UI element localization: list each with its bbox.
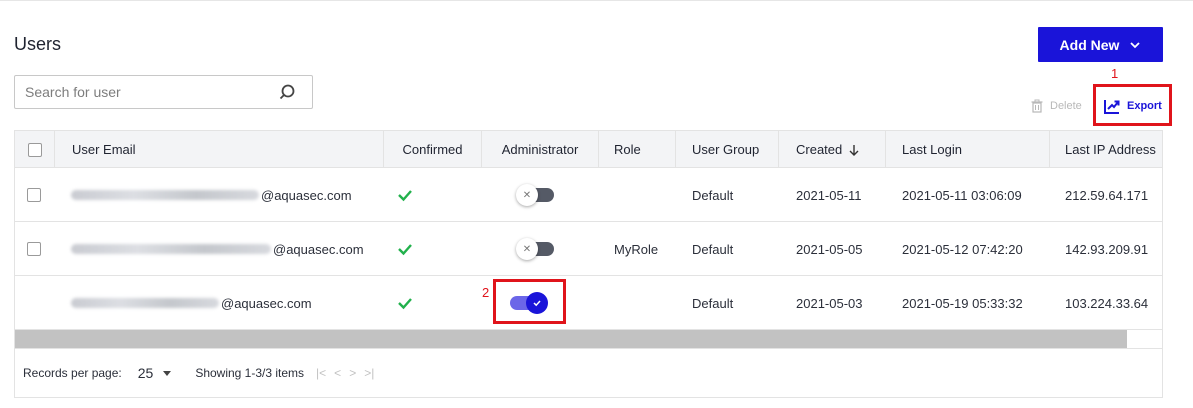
email-domain: @aquasec.com: [273, 241, 364, 257]
last-ip-cell: 142.93.209.91: [1065, 241, 1149, 257]
showing-items-text: Showing 1-3/3 items: [195, 366, 305, 380]
export-label: Export: [1127, 100, 1162, 112]
last-page-icon[interactable]: >|: [364, 366, 374, 380]
last-login-cell: 2021-05-11 03:06:09: [902, 187, 1022, 203]
confirmed-cell: [397, 276, 413, 330]
toggle-off-x-icon: ✕: [516, 184, 538, 206]
administrator-cell: ✕: [516, 168, 554, 222]
row-checkbox[interactable]: [27, 242, 41, 256]
column-header-created[interactable]: Created: [779, 131, 886, 168]
column-header-user-group[interactable]: User Group: [676, 131, 779, 168]
email-cell: @aquasec.com: [71, 222, 364, 276]
email-cell: @aquasec.com: [71, 276, 312, 330]
confirmed-cell: [397, 222, 413, 276]
table-row[interactable]: @aquasec.com ✕ Default 2021-05-11 2021-0…: [15, 168, 1162, 222]
checkmark-icon: [398, 190, 412, 202]
select-all-checkbox[interactable]: [27, 142, 42, 157]
export-chart-icon: [1104, 100, 1120, 114]
last-ip-cell: 103.224.33.64: [1065, 295, 1149, 311]
user-group-cell: Default: [692, 187, 734, 203]
administrator-cell: ✕: [516, 222, 554, 276]
top-divider: [0, 0, 1193, 1]
delete-button[interactable]: Delete: [1030, 99, 1082, 113]
row-select-cell: [27, 222, 41, 276]
delete-label: Delete: [1050, 100, 1082, 112]
header-select-all-cell: [15, 131, 55, 168]
annotation-box-toggle: [493, 279, 566, 324]
search-input[interactable]: [25, 84, 278, 100]
add-new-label: Add New: [1059, 36, 1120, 53]
confirmed-cell: [397, 168, 413, 222]
records-per-page-select[interactable]: 25: [138, 365, 172, 381]
column-header-created-label: Created: [796, 142, 843, 157]
email-domain: @aquasec.com: [261, 187, 352, 203]
annotation-marker-2: 2: [482, 285, 490, 300]
search-field[interactable]: [14, 75, 313, 109]
administrator-toggle[interactable]: ✕: [516, 238, 554, 260]
user-group-cell: Default: [692, 241, 734, 257]
email-cell: @aquasec.com: [71, 168, 352, 222]
export-button[interactable]: Export: [1103, 97, 1162, 115]
trash-icon: [1031, 99, 1043, 113]
redacted-email-local-part: [71, 298, 219, 308]
created-cell: 2021-05-05: [796, 241, 863, 257]
toggle-off-x-icon: ✕: [516, 238, 538, 260]
users-table: User Email Confirmed Administrator Role …: [14, 130, 1163, 398]
table-row[interactable]: @aquasec.com Default 2021-05-03 2021-05-…: [15, 276, 1162, 330]
page-title: Users: [14, 34, 62, 54]
arrow-down-icon: [849, 144, 859, 156]
created-cell: 2021-05-11: [796, 187, 862, 203]
created-cell: 2021-05-03: [796, 295, 863, 311]
search-icon[interactable]: [278, 83, 296, 101]
role-cell: MyRole: [614, 241, 659, 257]
table-header: User Email Confirmed Administrator Role …: [15, 131, 1162, 168]
checkmark-icon: [398, 298, 412, 310]
column-header-last-login[interactable]: Last Login: [886, 131, 1050, 168]
chevron-down-icon: [1130, 41, 1141, 48]
column-header-email[interactable]: User Email: [55, 131, 384, 168]
checkmark-icon: [398, 244, 412, 256]
administrator-toggle[interactable]: ✕: [516, 184, 554, 206]
last-login-cell: 2021-05-19 05:33:32: [902, 295, 1023, 311]
user-group-cell: Default: [692, 295, 734, 311]
first-page-icon[interactable]: |<: [316, 366, 326, 380]
caret-down-icon: [163, 370, 172, 376]
last-ip-cell: 212.59.64.171: [1065, 187, 1149, 203]
add-new-button[interactable]: Add New: [1038, 27, 1163, 62]
records-per-page-label: Records per page:: [23, 366, 122, 380]
redacted-email-local-part: [71, 244, 271, 254]
column-header-administrator[interactable]: Administrator: [482, 131, 599, 168]
row-select-cell: [27, 168, 41, 222]
last-login-cell: 2021-05-12 07:42:20: [902, 241, 1023, 257]
records-per-page-value: 25: [137, 365, 154, 381]
pagination: |< < > >|: [316, 366, 374, 380]
row-checkbox[interactable]: [27, 188, 41, 202]
table-footer: Records per page: 25 Showing 1-3/3 items…: [15, 348, 1162, 397]
column-header-last-ip[interactable]: Last IP Address: [1050, 131, 1162, 168]
horizontal-scrollbar[interactable]: [15, 330, 1127, 348]
table-row[interactable]: @aquasec.com ✕ MyRole Default 2021-05-05…: [15, 222, 1162, 276]
next-page-icon[interactable]: >: [349, 366, 356, 380]
column-header-role[interactable]: Role: [599, 131, 676, 168]
redacted-email-local-part: [71, 190, 259, 200]
email-domain: @aquasec.com: [221, 295, 312, 311]
prev-page-icon[interactable]: <: [334, 366, 341, 380]
column-header-confirmed[interactable]: Confirmed: [384, 131, 482, 168]
annotation-marker-1: 1: [1111, 66, 1119, 81]
